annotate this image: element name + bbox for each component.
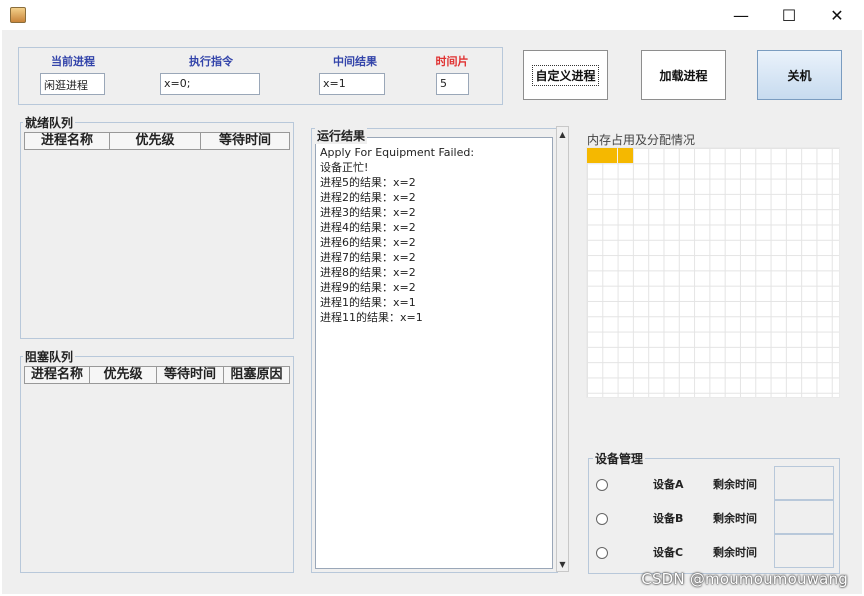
time-slice-label: 时间片 [435,55,469,68]
blocked-queue-header: 进程名称 优先级 等待时间 阻塞原因 [24,366,290,384]
custom-process-button-label: 自定义进程 [532,64,599,86]
result-line: Apply For Equipment Failed: [320,146,475,159]
device-a-label: 设备A [653,478,684,491]
close-button[interactable]: ✕ [814,0,860,30]
maximize-button[interactable]: ☐ [766,0,812,30]
minimize-icon: — [733,5,749,25]
result-line: 进程7的结果：x=2 [320,251,416,264]
main-window: 当前进程 闲逛进程 执行指令 x=0; 中间结果 x=1 时间片 5 自定义进程… [2,30,862,594]
run-results-scrollbar[interactable]: ▲ ▼ [556,126,569,572]
result-line: 进程2的结果：x=2 [320,191,416,204]
device-b-label: 设备B [653,512,684,525]
memory-title: 内存占用及分配情况 [585,131,698,148]
result-line: 进程9的结果：x=2 [320,281,416,294]
instruction-label: 执行指令 [189,55,233,68]
device-a-remaining-box [774,466,834,500]
device-b-radio[interactable] [596,513,608,525]
device-a-remaining-label: 剩余时间 [713,478,757,491]
memory-used-block [617,148,633,163]
blocked-col-wait[interactable]: 等待时间 [157,367,224,383]
title-bar: — ☐ ✕ [0,0,864,30]
shutdown-button-label: 关机 [787,68,812,83]
run-results-title: 运行结果 [315,127,368,144]
minimize-button[interactable]: — [718,0,764,30]
watermark: CSDN @moumoumouwang [641,570,848,588]
result-line: 设备正忙! [320,161,369,174]
intermediate-result-label: 中间结果 [333,55,377,68]
result-line: 进程1的结果：x=1 [320,296,416,309]
ready-queue-title: 就绪队列 [23,114,76,131]
maximize-icon: ☐ [781,5,797,25]
device-a-radio[interactable] [596,479,608,491]
blocked-col-name[interactable]: 进程名称 [24,367,90,383]
current-process-label: 当前进程 [51,55,95,68]
scroll-down-icon[interactable]: ▼ [557,557,568,571]
memory-grid [586,147,840,398]
ready-col-wait[interactable]: 等待时间 [201,133,290,149]
run-results-text[interactable]: Apply For Equipment Failed: 设备正忙! 进程5的结果… [315,137,553,569]
java-app-icon [10,7,26,23]
ready-queue-header: 进程名称 优先级 等待时间 [24,132,290,150]
device-b-remaining-box [774,500,834,534]
result-line: 进程8的结果：x=2 [320,266,416,279]
ready-queue-panel: 进程名称 优先级 等待时间 [20,122,294,339]
instruction-field[interactable]: x=0; [160,73,260,95]
memory-used-block [587,148,602,163]
device-c-remaining-box [774,534,834,568]
time-slice-field[interactable]: 5 [436,73,469,95]
shutdown-button[interactable]: 关机 [757,50,842,100]
blocked-queue-panel: 进程名称 优先级 等待时间 阻塞原因 [20,356,294,573]
load-process-button[interactable]: 加载进程 [641,50,726,100]
custom-process-button[interactable]: 自定义进程 [523,50,608,100]
close-icon: ✕ [830,5,844,25]
current-process-field[interactable]: 闲逛进程 [40,73,105,95]
device-b-remaining-label: 剩余时间 [713,512,757,525]
scroll-up-icon[interactable]: ▲ [557,127,568,141]
device-c-remaining-label: 剩余时间 [713,546,757,559]
result-line: 进程4的结果：x=2 [320,221,416,234]
device-c-label: 设备C [653,546,684,559]
run-results-panel: Apply For Equipment Failed: 设备正忙! 进程5的结果… [311,128,558,573]
device-panel: 设备A 剩余时间 设备B 剩余时间 设备C 剩余时间 [588,458,840,574]
device-c-radio[interactable] [596,547,608,559]
intermediate-result-field[interactable]: x=1 [319,73,385,95]
load-process-button-label: 加载进程 [659,68,708,83]
status-panel: 当前进程 闲逛进程 执行指令 x=0; 中间结果 x=1 时间片 5 [18,47,503,105]
blocked-queue-title: 阻塞队列 [23,348,76,365]
result-line: 进程5的结果：x=2 [320,176,416,189]
result-line: 进程11的结果：x=1 [320,311,423,324]
device-title: 设备管理 [593,450,646,467]
blocked-col-priority[interactable]: 优先级 [90,367,157,383]
result-line: 进程6的结果：x=2 [320,236,416,249]
result-line: 进程3的结果：x=2 [320,206,416,219]
blocked-col-reason[interactable]: 阻塞原因 [224,367,290,383]
memory-used-block [602,148,618,163]
ready-col-priority[interactable]: 优先级 [110,133,201,149]
ready-col-name[interactable]: 进程名称 [24,133,110,149]
